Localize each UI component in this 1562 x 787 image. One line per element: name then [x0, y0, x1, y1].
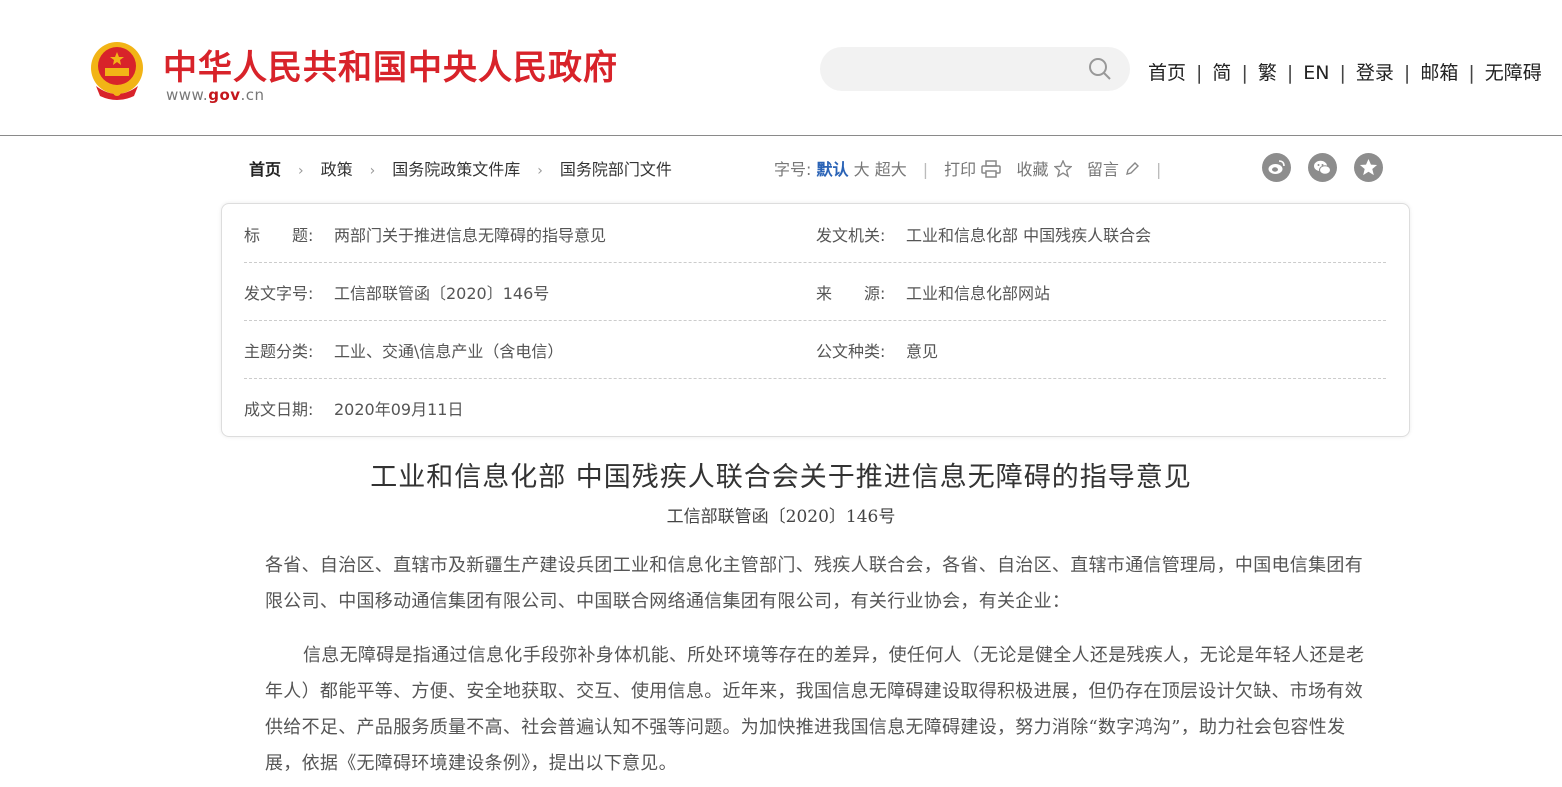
qzone-share-button[interactable] [1354, 153, 1383, 182]
info-value: 工信部联管函〔2020〕146号 [334, 284, 550, 303]
info-label: 公文种类: [816, 342, 886, 361]
document-info-table: 标 题: 两部门关于推进信息无障碍的指导意见 发文机关: 工业和信息化部 中国残疾人… [221, 203, 1410, 437]
breadcrumb-arrow-icon: › [537, 163, 543, 179]
breadcrumb: 首页 › 政策 › 国务院政策文件库 › 国务院部门文件 [249, 156, 672, 180]
info-value: 工业和信息化部网站 [906, 284, 1051, 303]
article-paragraph: 各省、自治区、直辖市及新疆生产建设兵团工业和信息化主管部门、残疾人联合会，各省、… [265, 555, 1363, 612]
info-row: 成文日期: 2020年09月11日 [244, 378, 1386, 436]
info-row: 发文字号: 工信部联管函〔2020〕146号 来 源: 工业和信息化部网站 [244, 262, 1386, 321]
breadcrumb-home[interactable]: 首页 [249, 160, 281, 179]
nav-english[interactable]: EN [1303, 62, 1329, 84]
info-source: 来 源: 工业和信息化部网站 [816, 280, 1050, 304]
site-title[interactable]: 中华人民共和国中央人民政府 [163, 40, 618, 89]
font-size-label: 字号: [774, 160, 812, 179]
info-title: 标 题: 两部门关于推进信息无障碍的指导意见 [244, 222, 606, 246]
search-icon[interactable] [1088, 57, 1112, 81]
info-issuer: 发文机关: 工业和信息化部 中国残疾人联合会 [816, 222, 1151, 246]
site-url-prefix: www. [166, 86, 209, 104]
info-label: 来 源: [816, 284, 886, 303]
nav-separator: | [1339, 62, 1346, 84]
info-label: 标 题: [244, 226, 314, 245]
breadcrumb-arrow-icon: › [298, 163, 304, 179]
nav-accessibility[interactable]: 无障碍 [1485, 62, 1542, 84]
info-value: 意见 [906, 342, 939, 361]
pencil-icon [1126, 162, 1139, 175]
site-header: 中华人民共和国中央人民政府 www.gov.cn 首页 | 简 | 繁 | EN | 登录 | 邮箱… [0, 0, 1562, 136]
font-large-button[interactable]: 大 [854, 160, 870, 179]
breadcrumb-department-docs[interactable]: 国务院部门文件 [560, 160, 672, 179]
info-label: 成文日期: [244, 400, 314, 419]
nav-separator: | [1286, 62, 1294, 84]
nav-simplified[interactable]: 简 [1212, 62, 1231, 84]
print-button[interactable]: 打印 [944, 160, 1001, 179]
nav-home[interactable]: 首页 [1148, 62, 1186, 84]
info-date: 成文日期: 2020年09月11日 [244, 396, 463, 420]
weibo-share-button[interactable] [1262, 153, 1291, 182]
info-row: 主题分类: 工业、交通\信息产业（含电信） 公文种类: 意见 [244, 320, 1386, 379]
star-icon [1052, 159, 1073, 178]
article-toolbar: 字号: 默认 大 超大 | 打印 收藏 留言 | [774, 156, 1177, 180]
weibo-icon [1268, 160, 1285, 174]
comment-label: 留言 [1086, 160, 1119, 179]
info-label: 主题分类: [244, 342, 314, 361]
info-doctype: 公文种类: 意见 [816, 338, 938, 362]
national-emblem-logo[interactable] [88, 40, 146, 102]
favorite-button[interactable]: 收藏 [1016, 159, 1073, 179]
search-input[interactable] [840, 47, 1094, 93]
breadcrumb-policy-library[interactable]: 国务院政策文件库 [392, 160, 520, 179]
toolbar-separator: | [1155, 160, 1162, 179]
nav-separator: | [1403, 62, 1411, 84]
nav-login[interactable]: 登录 [1356, 62, 1394, 84]
info-value: 工业、交通\信息产业（含电信） [334, 342, 564, 361]
nav-traditional[interactable]: 繁 [1258, 62, 1277, 84]
article-paragraph: 信息无障碍是指通过信息化手段弥补身体机能、所处环境等存在的差异，使任何人（无论是… [265, 645, 1365, 774]
search-box [820, 47, 1130, 93]
nav-mail[interactable]: 邮箱 [1420, 62, 1458, 84]
site-url: www.gov.cn [166, 86, 265, 104]
info-label: 发文字号: [244, 284, 314, 303]
favorite-label: 收藏 [1016, 160, 1049, 179]
info-topic: 主题分类: 工业、交通\信息产业（含电信） [244, 338, 563, 362]
info-value: 工业和信息化部 中国残疾人联合会 [906, 226, 1152, 245]
breadcrumb-policy[interactable]: 政策 [321, 160, 353, 179]
print-label: 打印 [944, 160, 977, 179]
nav-separator: | [1468, 62, 1475, 84]
site-url-suffix: .cn [240, 86, 265, 104]
info-value: 两部门关于推进信息无障碍的指导意见 [334, 226, 607, 245]
top-nav: 首页 | 简 | 繁 | EN | 登录 | 邮箱 | 无障碍 [1148, 58, 1542, 85]
toolbar-separator: | [922, 160, 929, 179]
comment-button[interactable]: 留言 [1087, 160, 1140, 179]
site-url-domain: gov [208, 86, 241, 104]
breadcrumb-arrow-icon: › [369, 163, 376, 179]
article-title: 工业和信息化部 中国残疾人联合会关于推进信息无障碍的指导意见 [370, 462, 1192, 493]
wechat-icon [1314, 160, 1331, 175]
wechat-share-button[interactable] [1308, 153, 1337, 182]
info-value: 2020年09月11日 [334, 400, 464, 419]
nav-separator: | [1196, 62, 1203, 84]
info-row: 标 题: 两部门关于推进信息无障碍的指导意见 发文机关: 工业和信息化部 中国残疾人… [244, 204, 1386, 263]
nav-separator: | [1241, 62, 1248, 84]
article-doc-number: 工信部联管函〔2020〕146号 [666, 507, 896, 527]
font-xlarge-button[interactable]: 超大 [875, 160, 907, 179]
font-default-button[interactable]: 默认 [817, 160, 849, 179]
info-label: 发文机关: [816, 226, 886, 245]
printer-icon [981, 160, 1001, 178]
info-docno: 发文字号: 工信部联管函〔2020〕146号 [244, 280, 549, 304]
qzone-icon [1359, 158, 1378, 176]
